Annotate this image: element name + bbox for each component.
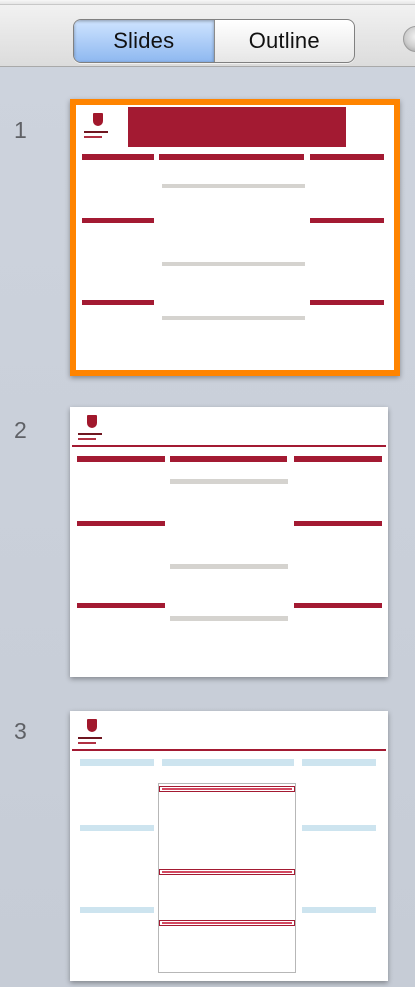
content-line [170, 616, 288, 621]
slide-navigator-panel: Slides Outline 1 2 3 [0, 0, 415, 987]
table-row-bar [159, 920, 295, 926]
header-rule [72, 749, 386, 751]
header-rule [72, 445, 386, 447]
label-line [302, 907, 376, 913]
label-line [294, 603, 382, 608]
header-line [159, 154, 304, 160]
content-line [170, 479, 288, 484]
content-line [162, 262, 305, 266]
navigator-toolbar: Slides Outline [0, 0, 415, 67]
slide-number: 1 [14, 117, 27, 143]
header-line [302, 759, 376, 766]
slide-number: 3 [14, 718, 27, 744]
slide-thumbnail-1[interactable] [70, 99, 400, 376]
logo-icon [84, 113, 116, 149]
view-mode-segmented-control[interactable]: Slides Outline [73, 19, 355, 63]
table-row-bar [159, 869, 295, 875]
label-line [302, 825, 376, 831]
header-line [80, 759, 154, 766]
content-line [162, 184, 305, 188]
header-line [82, 154, 154, 160]
slide-thumbnail-2[interactable] [70, 407, 388, 677]
label-line [80, 907, 154, 913]
header-line [162, 759, 294, 766]
label-line [80, 825, 154, 831]
header-line [294, 456, 382, 462]
label-line [82, 218, 154, 223]
toolbar-action-icon[interactable] [403, 26, 415, 52]
slide-number: 2 [14, 417, 27, 443]
slides-list[interactable]: 1 2 3 [0, 67, 415, 987]
slide-thumbnail-3[interactable] [70, 711, 388, 981]
header-line [77, 456, 165, 462]
content-table [158, 783, 296, 973]
header-line [170, 456, 287, 462]
label-line [310, 218, 384, 223]
label-line [77, 521, 165, 526]
tab-outline[interactable]: Outline [213, 20, 355, 62]
label-line [294, 521, 382, 526]
header-line [310, 154, 384, 160]
content-line [162, 316, 305, 320]
table-row-bar [159, 786, 295, 792]
title-bar [128, 107, 346, 147]
content-line [170, 564, 288, 569]
label-line [77, 603, 165, 608]
tab-slides[interactable]: Slides [74, 20, 214, 62]
label-line [82, 300, 154, 305]
label-line [310, 300, 384, 305]
